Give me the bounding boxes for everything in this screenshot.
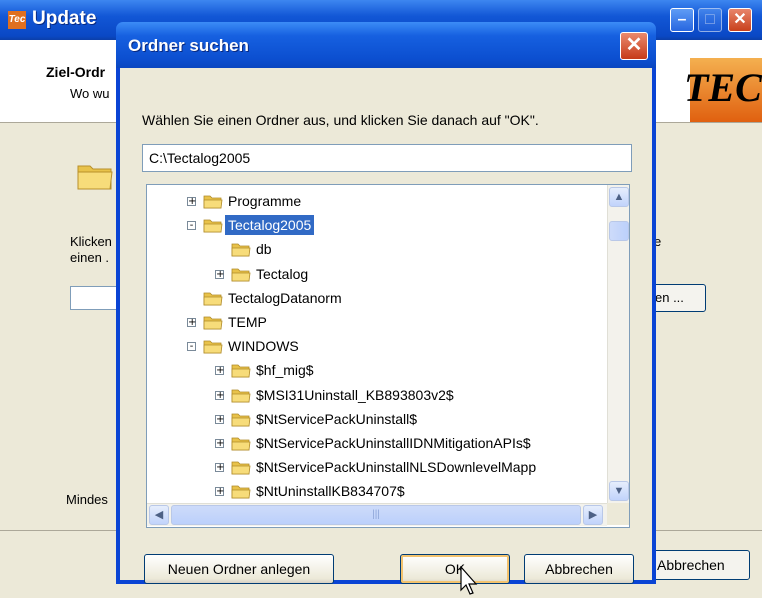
minimize-button[interactable]: –	[670, 8, 694, 32]
folder-icon	[231, 458, 251, 475]
close-icon: ✕	[625, 34, 643, 56]
tree-item-label[interactable]: Tectalog2005	[225, 215, 315, 236]
vertical-scrollbar[interactable]: ▲ ▼	[607, 185, 629, 503]
page-subheading: Wo wu	[70, 86, 110, 101]
tree-item[interactable]: - Tectalog2005	[147, 213, 607, 237]
folder-icon	[231, 482, 251, 499]
tree-item-label[interactable]: TEMP	[225, 312, 270, 332]
folder-icon	[203, 337, 223, 354]
tree-item[interactable]: + TEMP	[147, 310, 607, 334]
path-field[interactable]: C:\Tectalog2005	[142, 144, 632, 172]
instruction-text: Klicken einen .	[70, 234, 112, 266]
tree-item[interactable]: + $MSI31Uninstall_KB893803v2$	[147, 383, 607, 407]
min-space-label: Mindes	[66, 492, 108, 507]
cancel-button[interactable]: Abbrechen	[524, 554, 634, 584]
tree-item[interactable]: + $NtServicePackUninstallIDNMitigationAPI…	[147, 431, 607, 455]
folder-icon	[203, 192, 223, 209]
folder-icon	[231, 386, 251, 402]
background-cancel-button[interactable]: Abbrechen	[652, 550, 750, 580]
folder-icon	[231, 410, 251, 427]
tree-item-label[interactable]: $NtUninstallKB834707$	[253, 481, 408, 501]
dialog-close-button[interactable]: ✕	[620, 32, 648, 60]
folder-icon	[231, 265, 251, 281]
scroll-down-button[interactable]: ▼	[609, 481, 629, 501]
vertical-scroll-thumb[interactable]	[609, 221, 629, 241]
tree-item-label[interactable]: $NtServicePackUninstallNLSDownlevelMapp	[253, 457, 539, 477]
expand-icon[interactable]: +	[187, 318, 196, 328]
new-folder-button[interactable]: Neuen Ordner anlegen	[144, 554, 334, 584]
instruction-line-2: einen .	[70, 250, 110, 265]
tree-item-label[interactable]: WINDOWS	[225, 336, 302, 356]
tree-item-label[interactable]: db	[253, 239, 275, 259]
expand-icon[interactable]: +	[215, 463, 224, 473]
maximize-button[interactable]: □	[698, 8, 722, 32]
chevron-left-icon: ◀	[154, 509, 164, 521]
app-icon: Tec	[8, 11, 26, 29]
minimize-icon: –	[677, 11, 687, 28]
tree-item[interactable]: - WINDOWS	[147, 334, 607, 358]
folder-icon	[203, 216, 223, 233]
page-heading: Ziel-Ordr	[46, 64, 106, 80]
expand-icon[interactable]: +	[215, 366, 224, 376]
expand-icon[interactable]: +	[215, 414, 224, 424]
tree-item[interactable]: db	[147, 237, 607, 261]
expand-icon[interactable]: +	[215, 390, 224, 400]
horizontal-scroll-thumb[interactable]: |||	[171, 505, 581, 525]
scroll-left-button[interactable]: ◀	[149, 505, 169, 525]
tree-rows: + Programme - Tectalog2005 db + Tectalog Tectal…	[147, 185, 607, 503]
instruction-line-1: Klicken	[70, 234, 112, 249]
tree-item-label[interactable]: $NtServicePackUninstall$	[253, 409, 420, 429]
scroll-right-button[interactable]: ▶	[583, 505, 603, 525]
expand-icon[interactable]: +	[215, 269, 224, 279]
tree-item[interactable]: + $NtServicePackUninstall$	[147, 407, 607, 431]
expand-icon[interactable]: +	[215, 439, 224, 449]
collapse-icon[interactable]: -	[187, 221, 196, 231]
dialog-titlebar[interactable]: Ordner suchen ✕	[116, 22, 656, 68]
maximize-icon: □	[705, 11, 715, 28]
background-window-title: Update	[32, 8, 97, 29]
grip-icon: |||	[372, 509, 380, 520]
browse-folder-dialog: Ordner suchen ✕ Wählen Sie einen Ordner …	[116, 22, 656, 595]
dialog-title: Ordner suchen	[128, 36, 249, 55]
folder-icon	[231, 361, 251, 378]
tree-item[interactable]: + $NtUninstallKB834707$	[147, 479, 607, 503]
tree-item[interactable]: + $NtServicePackUninstallNLSDownlevelMapp	[147, 455, 607, 479]
ok-button[interactable]: OK	[400, 554, 510, 584]
mouse-cursor-icon	[460, 566, 478, 595]
tree-item[interactable]: TectalogDatanorm	[147, 286, 607, 310]
scrollbar-corner	[607, 503, 629, 525]
tree-item-label[interactable]: TectalogDatanorm	[225, 288, 345, 308]
tree-item[interactable]: + Programme	[147, 189, 607, 213]
folder-tree[interactable]: + Programme - Tectalog2005 db + Tectalog Tectal…	[146, 184, 630, 528]
chevron-up-icon: ▲	[613, 191, 625, 203]
dialog-body: Wählen Sie einen Ordner aus, und klicken…	[120, 68, 652, 595]
tree-item-label[interactable]: $hf_mig$	[253, 360, 317, 380]
folder-icon	[231, 434, 251, 451]
collapse-icon[interactable]: -	[187, 342, 196, 352]
tree-item[interactable]: + Tectalog	[147, 262, 607, 286]
expand-icon[interactable]: +	[187, 197, 196, 207]
horizontal-scrollbar[interactable]: ◀ ||| ▶	[147, 503, 607, 526]
close-icon: ✕	[733, 11, 747, 28]
chevron-right-icon: ▶	[588, 509, 598, 521]
folder-icon	[77, 165, 113, 190]
tree-item-label[interactable]: $MSI31Uninstall_KB893803v2$	[253, 385, 457, 405]
chevron-down-icon: ▼	[613, 485, 625, 497]
tree-item[interactable]: + $hf_mig$	[147, 358, 607, 382]
close-button[interactable]: ✕	[728, 8, 752, 32]
folder-icon	[203, 289, 223, 306]
expand-icon[interactable]: +	[215, 487, 224, 497]
folder-icon	[203, 313, 223, 330]
logo-text: TEC	[684, 65, 762, 110]
tree-item-label[interactable]: Tectalog	[253, 264, 311, 284]
tree-item-label[interactable]: Programme	[225, 191, 304, 211]
tec-logo: TEC	[680, 50, 762, 122]
tree-item-label[interactable]: $NtServicePackUninstallIDNMitigationAPIs…	[253, 433, 534, 453]
scroll-up-button[interactable]: ▲	[609, 187, 629, 207]
dialog-instruction: Wählen Sie einen Ordner aus, und klicken…	[142, 112, 539, 128]
folder-icon	[231, 240, 251, 257]
